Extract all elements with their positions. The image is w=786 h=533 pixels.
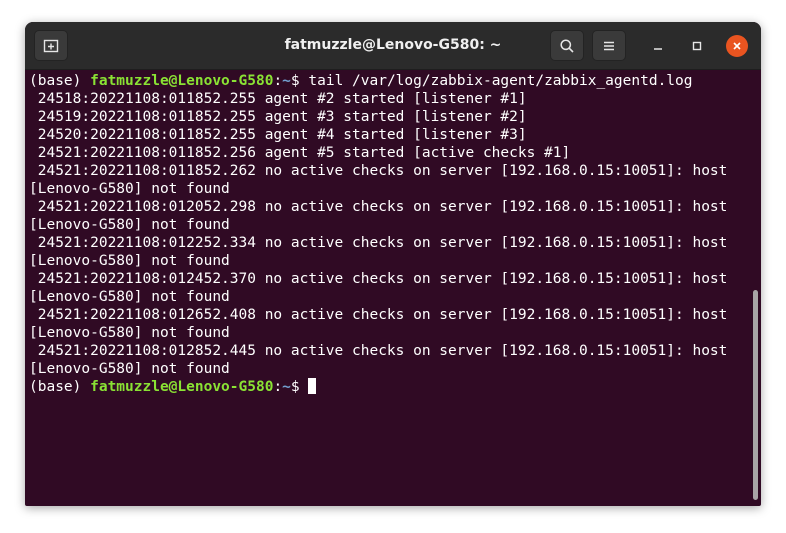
log-line: 24518:20221108:011852.255 agent #2 start…	[29, 91, 527, 107]
maximize-button[interactable]	[686, 35, 708, 57]
prompt-env: (base)	[29, 379, 91, 395]
hamburger-menu-icon	[604, 41, 614, 50]
active-prompt-line[interactable]: (base) fatmuzzle@Lenovo-G580:~$	[29, 378, 761, 396]
close-button[interactable]	[726, 35, 748, 57]
new-tab-button[interactable]	[34, 30, 68, 61]
minimize-icon	[654, 48, 662, 50]
text-cursor	[308, 378, 317, 394]
terminal-output[interactable]: (base) fatmuzzle@Lenovo-G580:~$ tail /va…	[25, 70, 761, 506]
log-line: 24521:20221108:012052.298 no active chec…	[29, 199, 728, 215]
log-line: [Lenovo-G580] not found	[29, 253, 230, 269]
maximize-icon	[692, 41, 702, 51]
prompt-user-host: fatmuzzle@Lenovo-G580	[90, 379, 274, 395]
log-line: 24521:20221108:012852.445 no active chec…	[29, 343, 728, 359]
close-icon	[733, 42, 741, 50]
log-line: 24519:20221108:011852.255 agent #3 start…	[29, 109, 527, 125]
log-line: 24520:20221108:011852.255 agent #4 start…	[29, 127, 527, 143]
log-line: [Lenovo-G580] not found	[29, 325, 230, 341]
log-line: 24521:20221108:012652.408 no active chec…	[29, 307, 728, 323]
log-line: [Lenovo-G580] not found	[29, 217, 230, 233]
prompt-dollar: $	[290, 73, 309, 89]
prompt-path: ~	[282, 73, 291, 89]
terminal-window: fatmuzzle@Lenovo-G580: ~ (base) fatmuzzl…	[25, 22, 761, 506]
menu-button[interactable]	[592, 30, 626, 61]
title-bar[interactable]: fatmuzzle@Lenovo-G580: ~	[25, 22, 761, 70]
minimize-button[interactable]	[647, 35, 669, 57]
search-button[interactable]	[550, 30, 584, 61]
prompt-colon: :	[273, 73, 283, 89]
log-line: 24521:20221108:012252.334 no active chec…	[29, 235, 728, 251]
log-line: 24521:20221108:012452.370 no active chec…	[29, 271, 728, 287]
log-line: [Lenovo-G580] not found	[29, 361, 230, 377]
search-icon	[560, 38, 574, 53]
prompt-dollar: $	[290, 379, 309, 395]
log-line: 24521:20221108:011852.262 no active chec…	[29, 163, 728, 179]
new-tab-icon	[43, 39, 59, 52]
prompt-user-host: fatmuzzle@Lenovo-G580	[90, 73, 274, 89]
command-text: tail /var/log/zabbix-agent/zabbix_agentd…	[308, 73, 693, 89]
log-line: [Lenovo-G580] not found	[29, 289, 230, 305]
log-line: 24521:20221108:011852.256 agent #5 start…	[29, 145, 571, 161]
vertical-scrollbar[interactable]	[753, 290, 758, 500]
prompt-colon: :	[273, 379, 283, 395]
command-line: (base) fatmuzzle@Lenovo-G580:~$ tail /va…	[29, 72, 761, 90]
log-line: [Lenovo-G580] not found	[29, 181, 230, 197]
prompt-path: ~	[282, 379, 291, 395]
prompt-env: (base)	[29, 73, 91, 89]
